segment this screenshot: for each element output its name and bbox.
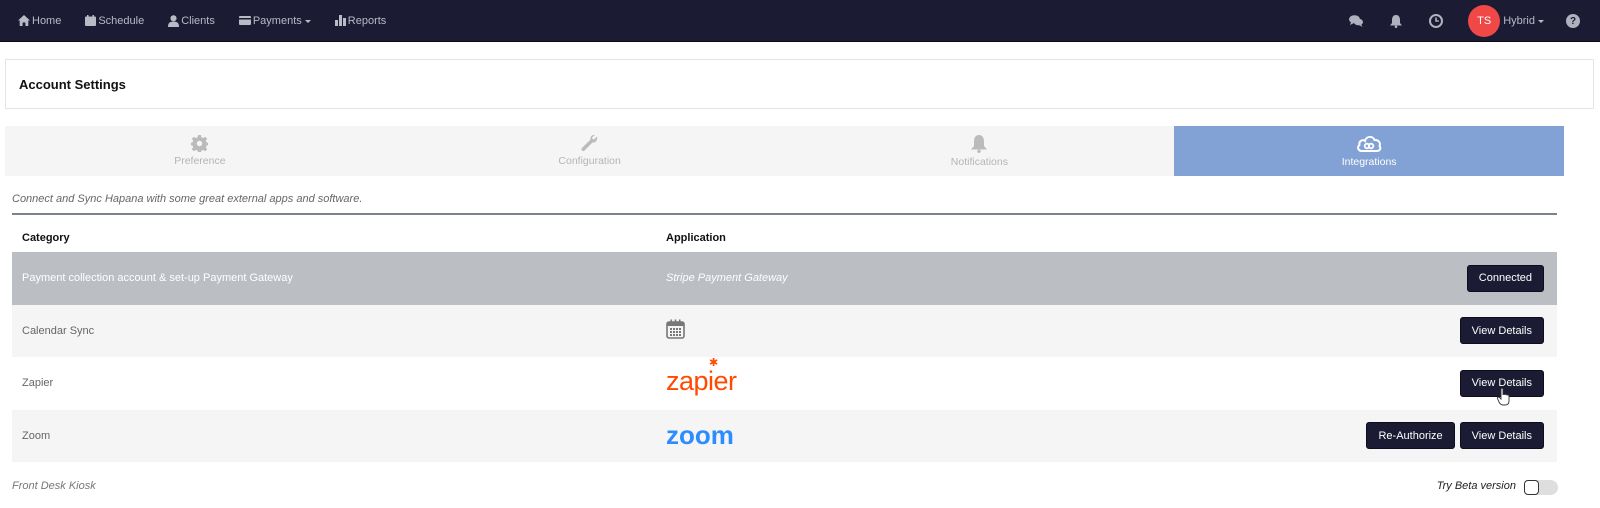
nav-payments-label: Payments <box>252 14 302 27</box>
chat-icon <box>1349 15 1364 27</box>
table-row: Payment collection account & set-up Paym… <box>12 252 1557 305</box>
divider <box>12 213 1557 215</box>
tab-configuration-label: Configuration <box>558 155 621 167</box>
tab-integrations-label: Integrations <box>1341 156 1397 168</box>
table-row: Calendar Sync View Details <box>12 304 1557 357</box>
bar-chart-icon <box>334 15 346 26</box>
toggle-knob <box>1524 480 1539 495</box>
beta-label-wrap: Try Beta version <box>1437 480 1516 492</box>
nav-home-label: Home <box>32 14 62 27</box>
nav-home[interactable]: Home <box>18 15 61 27</box>
calendar-icon <box>85 15 97 26</box>
tab-preference[interactable]: Preference <box>5 126 395 176</box>
nav-reports-label: Reports <box>347 14 387 27</box>
nav-reports[interactable]: Reports <box>334 14 387 27</box>
home-icon <box>18 15 30 26</box>
nav-menu: Home Schedule Clients Payments Reports <box>0 0 410 41</box>
view-details-button[interactable]: View Details <box>1459 422 1544 450</box>
row-category: Payment collection account & set-up Paym… <box>22 272 293 285</box>
row-actions: Connected <box>1466 264 1557 292</box>
user-menu[interactable]: Hybrid <box>1503 15 1544 27</box>
gear-icon <box>191 135 209 152</box>
beta-toggle[interactable] <box>1524 480 1558 495</box>
table-row: Zoom zoom Re-Authorize View Details <box>12 409 1557 462</box>
header-application: Application <box>666 231 726 244</box>
top-navbar: Home Schedule Clients Payments Reports T… <box>0 0 1600 42</box>
nav-clients-label: Clients <box>181 14 215 27</box>
row-application <box>666 319 1460 342</box>
row-category: Calendar Sync <box>22 324 95 337</box>
zoom-logo: zoom <box>666 420 734 451</box>
settings-tabs: Preference Configuration Notifications I… <box>5 126 1564 176</box>
row-category: Zoom <box>22 429 51 442</box>
bell-icon <box>971 134 988 153</box>
zapier-logo: zapier ✱ <box>666 357 737 396</box>
user-name-label: Hybrid <box>1503 15 1535 27</box>
integrations-table: Category Application Payment collection … <box>12 223 1557 462</box>
table-row: Zapier zapier ✱ View Details <box>12 357 1557 410</box>
nav-right: TS Hybrid ? <box>1346 0 1600 42</box>
chevron-down-icon <box>304 19 311 23</box>
chevron-down-icon <box>1538 20 1544 23</box>
row-actions: View Details <box>1459 317 1557 345</box>
re-authorize-button[interactable]: Re-Authorize <box>1366 422 1455 450</box>
header-category: Category <box>22 231 70 244</box>
view-details-button[interactable]: View Details <box>1459 317 1544 345</box>
page-header: Account Settings <box>5 59 1594 109</box>
cloud-link-icon <box>1357 135 1382 152</box>
nav-schedule-label: Schedule <box>98 14 145 27</box>
credit-card-icon <box>238 16 251 25</box>
history-button[interactable] <box>1426 11 1446 31</box>
hand-cursor-icon <box>1497 388 1510 406</box>
avatar[interactable]: TS <box>1468 5 1501 37</box>
row-application: zapier ✱ <box>666 357 1460 399</box>
row-category: Zapier <box>22 377 54 390</box>
connected-button[interactable]: Connected <box>1466 264 1544 292</box>
row-application: zoom <box>666 420 1366 451</box>
notifications-button[interactable] <box>1386 11 1406 31</box>
tab-integrations[interactable]: Integrations <box>1174 126 1564 176</box>
page-title: Account Settings <box>19 76 126 92</box>
nav-schedule[interactable]: Schedule <box>85 15 144 27</box>
clock-icon <box>1429 14 1444 28</box>
row-actions: Re-Authorize View Details <box>1366 422 1557 450</box>
tab-preference-label: Preference <box>174 155 226 167</box>
nav-payments[interactable]: Payments <box>238 14 311 27</box>
intro-text: Connect and Sync Hapana with some great … <box>12 193 363 205</box>
tab-notifications-label: Notifications <box>950 155 1008 168</box>
nav-clients[interactable]: Clients <box>168 15 215 27</box>
calendar-icon <box>666 319 685 340</box>
wrench-icon <box>581 135 598 152</box>
tab-configuration[interactable]: Configuration <box>395 126 785 176</box>
tab-notifications[interactable]: Notifications <box>785 126 1175 176</box>
asterisk-icon: ✱ <box>709 356 718 369</box>
bell-icon <box>1390 14 1403 28</box>
user-icon <box>168 14 180 27</box>
beta-label: Try Beta version <box>1436 480 1516 492</box>
front-desk-kiosk-label: Front Desk Kiosk <box>12 480 96 492</box>
zapier-logo-text: zapier <box>666 365 737 396</box>
chat-button[interactable] <box>1346 11 1366 31</box>
row-application: Stripe Payment Gateway <box>666 272 788 285</box>
table-header: Category Application <box>12 223 1557 252</box>
help-icon[interactable]: ? <box>1566 14 1580 28</box>
